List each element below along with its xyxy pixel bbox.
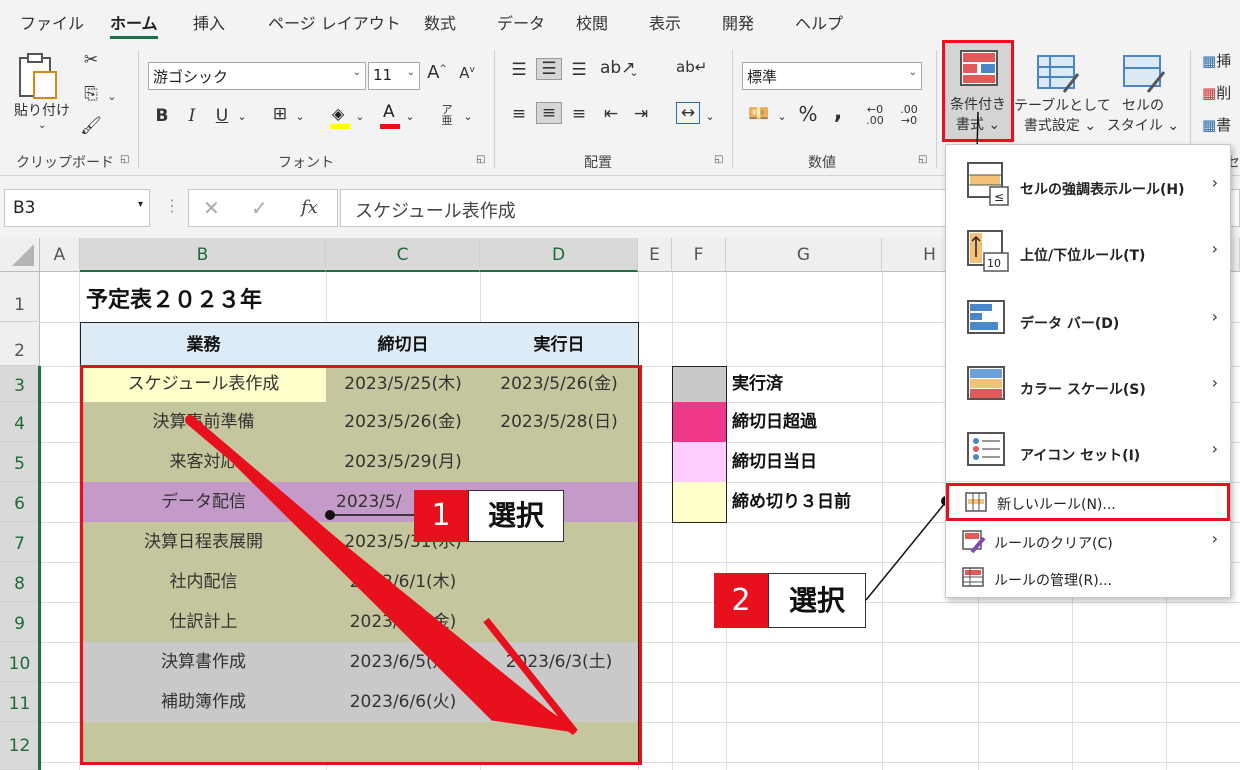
menu-item-manage-rules[interactable]: ルールの管理(R)... xyxy=(946,561,1230,597)
menu-item-top-bottom-rules[interactable]: 10 上位/下位ルール(T) › xyxy=(946,217,1230,281)
menu-item-label: ルールの管理(R)... xyxy=(994,573,1113,589)
menu-divider xyxy=(946,481,1230,482)
menu-item-clear-rules[interactable]: ルールのクリア(C) › xyxy=(946,523,1230,561)
clear-rules-icon xyxy=(962,530,986,554)
menu-item-new-rule[interactable]: 新しいルール(N)... xyxy=(946,483,1230,521)
chevron-right-icon: › xyxy=(1211,373,1218,392)
step-badge-number-1: 1 xyxy=(414,490,468,542)
menu-item-color-scales[interactable]: カラー スケール(S) › xyxy=(946,349,1230,413)
callout-line-2 xyxy=(865,502,946,601)
menu-item-label: 上位/下位ルール(T) xyxy=(1020,248,1146,264)
menu-item-label: データ バー(D) xyxy=(1020,316,1120,332)
step-badge-number-2: 2 xyxy=(714,573,768,628)
menu-item-data-bars[interactable]: データ バー(D) › xyxy=(946,283,1230,347)
menu-item-label: カラー スケール(S) xyxy=(1020,382,1146,398)
step-badge-text-1: 選択 xyxy=(468,490,564,542)
selection-arrow-shaft xyxy=(185,415,525,705)
chevron-right-icon: › xyxy=(1211,529,1218,548)
manage-rules-icon xyxy=(962,567,984,587)
step-badge-text-2: 選択 xyxy=(768,573,866,628)
menu-item-highlight-rules[interactable]: ≤ セルの強調表示ルール(H) › xyxy=(946,151,1230,215)
chevron-right-icon: › xyxy=(1211,307,1218,326)
menu-item-icon-sets[interactable]: アイコン セット(I) › xyxy=(946,415,1230,479)
menu-item-label: 新しいルール(N)... xyxy=(997,497,1116,513)
color-scale-icon xyxy=(967,366,1005,400)
new-rule-icon xyxy=(965,492,987,512)
menu-item-label: ルールのクリア(C) xyxy=(994,536,1113,552)
chevron-right-icon: › xyxy=(1211,173,1218,192)
callout-dot-1 xyxy=(325,510,335,520)
svg-text:≤: ≤ xyxy=(994,190,1004,204)
chevron-right-icon: › xyxy=(1211,439,1218,458)
svg-text:10: 10 xyxy=(987,257,1001,270)
data-bar-icon xyxy=(967,300,1005,334)
menu-item-label: アイコン セット(I) xyxy=(1020,448,1141,464)
chevron-right-icon: › xyxy=(1211,239,1218,258)
conditional-formatting-menu: ≤ セルの強調表示ルール(H) › 10 上位/下位ルール(T) › データ バ… xyxy=(945,144,1231,598)
icon-set-icon xyxy=(967,432,1005,466)
highlight-rules-icon: ≤ xyxy=(967,162,1009,206)
top-bottom-icon: 10 xyxy=(967,230,1009,272)
menu-item-label: セルの強調表示ルール(H) xyxy=(1020,182,1185,198)
